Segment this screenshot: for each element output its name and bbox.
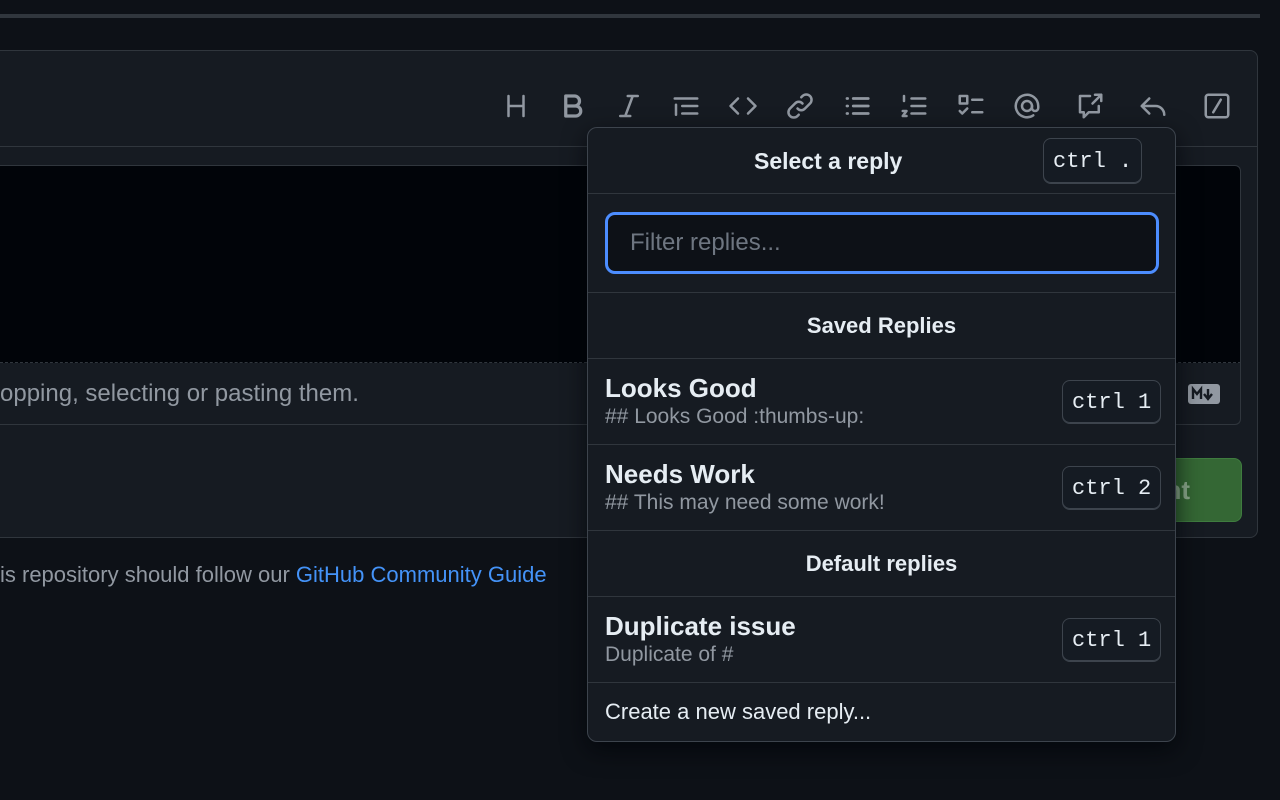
reply-item-duplicate-issue[interactable]: Duplicate issue Duplicate of # ctrl 1: [588, 597, 1175, 683]
saved-replies-section: Saved Replies: [588, 293, 1175, 359]
saved-replies-menu: Select a reply ctrl . Saved Replies Look…: [587, 127, 1176, 742]
menu-title: Select a reply: [754, 148, 903, 174]
bulleted-list-icon[interactable]: [837, 86, 877, 126]
reply-item-body: ## Looks Good :thumbs-up:: [605, 405, 865, 428]
slash-command-icon[interactable]: [1197, 86, 1237, 126]
saved-reply-icon[interactable]: [1133, 86, 1173, 126]
reply-item-title: Duplicate issue: [605, 611, 796, 641]
reply-item-title: Needs Work: [605, 459, 755, 489]
saved-replies-heading: Saved Replies: [806, 313, 957, 338]
reply-item-body: ## This may need some work!: [605, 491, 885, 514]
community-guidelines-link[interactable]: GitHub Community Guide: [296, 562, 547, 587]
create-saved-reply-item[interactable]: Create a new saved reply...: [588, 683, 1175, 741]
menu-shortcut-kbd: ctrl .: [1043, 138, 1143, 184]
heading-icon[interactable]: [496, 86, 536, 126]
reply-item-shortcut: ctrl 2: [1062, 466, 1162, 510]
reply-item-looks-good[interactable]: Looks Good ## Looks Good :thumbs-up: ctr…: [588, 359, 1175, 445]
mention-icon[interactable]: [1007, 86, 1047, 126]
reply-item-shortcut: ctrl 1: [1062, 380, 1162, 424]
bold-icon[interactable]: [552, 86, 592, 126]
quote-icon[interactable]: [666, 86, 706, 126]
reply-item-body: Duplicate of #: [605, 643, 734, 666]
task-list-icon[interactable]: [951, 86, 991, 126]
filter-row: [588, 194, 1175, 293]
guidelines-prefix: is repository should follow our: [0, 562, 296, 587]
italic-icon[interactable]: [609, 86, 649, 126]
menu-header: Select a reply ctrl .: [588, 128, 1175, 194]
reply-item-shortcut: ctrl 1: [1062, 618, 1162, 662]
markdown-icon[interactable]: [1187, 383, 1221, 405]
reference-icon[interactable]: [1070, 86, 1110, 126]
community-guidelines-note: is repository should follow our GitHub C…: [0, 562, 547, 588]
code-icon[interactable]: [723, 86, 763, 126]
attach-hint-text: opping, selecting or pasting them.: [0, 380, 359, 407]
default-replies-section: Default replies: [588, 531, 1175, 597]
reply-item-title: Looks Good: [605, 373, 757, 403]
filter-replies-input[interactable]: [605, 212, 1159, 274]
default-replies-heading: Default replies: [805, 551, 958, 576]
numbered-list-icon[interactable]: [894, 86, 934, 126]
link-icon[interactable]: [780, 86, 820, 126]
reply-item-needs-work[interactable]: Needs Work ## This may need some work! c…: [588, 445, 1175, 531]
create-saved-reply-link[interactable]: Create a new saved reply...: [605, 699, 871, 725]
top-divider: [0, 14, 1260, 18]
